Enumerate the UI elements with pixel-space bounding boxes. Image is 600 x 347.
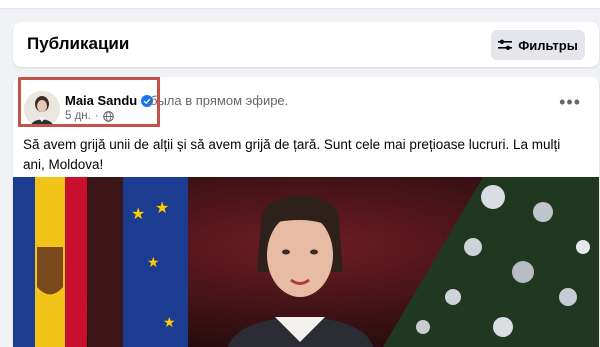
- svg-text:★: ★: [147, 255, 160, 271]
- filters-button[interactable]: Фильтры: [491, 30, 585, 60]
- globe-icon: [102, 110, 114, 122]
- post-meta: 5 дн. ·: [65, 110, 114, 122]
- svg-text:★: ★: [155, 198, 169, 217]
- filter-icon: [498, 39, 513, 50]
- post-time[interactable]: 5 дн.: [65, 110, 91, 122]
- publications-header: Публикации Фильтры: [13, 22, 599, 67]
- author-name[interactable]: Maia Sandu: [65, 93, 137, 108]
- svg-text:★: ★: [131, 204, 145, 223]
- avatar[interactable]: [24, 91, 60, 127]
- svg-text:★: ★: [163, 315, 176, 331]
- post-card: Maia Sandu была в прямом эфире. 5 дн. · …: [13, 77, 599, 347]
- profile-photo-icon: [24, 91, 60, 127]
- more-options-icon[interactable]: •••: [559, 93, 581, 111]
- publications-title: Публикации: [27, 34, 130, 53]
- previous-card: [0, 0, 600, 9]
- post-text: Să avem grijă unii de alții și să avem g…: [23, 137, 561, 172]
- filters-label: Фильтры: [518, 37, 578, 53]
- video-frame-image: ★ ★ ★ ★: [13, 177, 599, 347]
- meta-separator: ·: [94, 110, 99, 122]
- live-status-text: была в прямом эфире.: [150, 93, 289, 108]
- author-row: Maia Sandu: [65, 93, 154, 108]
- video-thumbnail[interactable]: ★ ★ ★ ★: [13, 177, 599, 347]
